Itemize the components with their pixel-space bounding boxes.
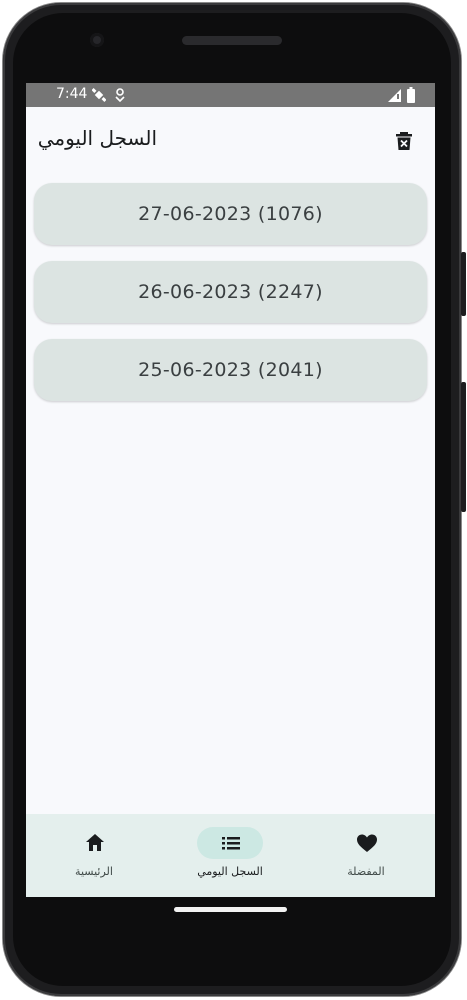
- pin-icon: [115, 88, 125, 102]
- home-icon: [86, 834, 104, 851]
- heart-icon: [357, 834, 377, 852]
- status-bar: 7:44: [26, 83, 435, 107]
- history-item[interactable]: 25-06-2023 (2041): [34, 339, 427, 401]
- power-button: [461, 252, 466, 316]
- history-item-label: 26-06-2023 (2247): [138, 281, 323, 303]
- volume-button: [461, 382, 466, 512]
- app-screen: 7:44 السجل اليومي 27-06-2023 (1076) 26-0…: [26, 83, 435, 897]
- nav-item-favorites[interactable]: المفضلة: [298, 814, 434, 897]
- gesture-home-bar[interactable]: [174, 907, 287, 912]
- status-time: 7:44: [56, 86, 88, 102]
- bottom-navigation: الرئيسية السجل اليومي المفضلة: [26, 814, 435, 897]
- battery-icon: [407, 87, 415, 103]
- top-app-bar: السجل اليومي: [26, 107, 435, 175]
- list-icon: [222, 837, 240, 850]
- history-item-label: 25-06-2023 (2041): [138, 359, 323, 381]
- delete-forever-icon[interactable]: [394, 131, 414, 151]
- nav-item-home[interactable]: الرئيسية: [26, 814, 162, 897]
- satellite-icon: [92, 88, 106, 102]
- nav-label-favorites: المفضلة: [347, 865, 385, 878]
- signal-icon: [388, 89, 401, 102]
- earpiece-speaker: [182, 36, 282, 45]
- history-item[interactable]: 27-06-2023 (1076): [34, 183, 427, 245]
- history-item-label: 27-06-2023 (1076): [138, 203, 323, 225]
- nav-label-daily-log: السجل اليومي: [197, 865, 263, 878]
- front-camera: [90, 33, 104, 47]
- page-title: السجل اليومي: [37, 126, 157, 150]
- nav-label-home: الرئيسية: [75, 865, 113, 878]
- nav-item-daily-log[interactable]: السجل اليومي: [162, 814, 298, 897]
- history-item[interactable]: 26-06-2023 (2247): [34, 261, 427, 323]
